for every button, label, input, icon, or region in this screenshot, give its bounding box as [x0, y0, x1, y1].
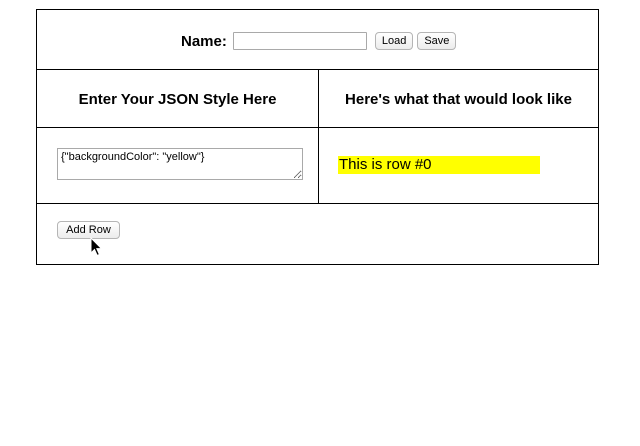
json-style-header: Enter Your JSON Style Here	[78, 90, 277, 108]
style-editor-table: Name: Load Save Enter Your JSON Style He…	[36, 9, 599, 265]
add-row-button[interactable]: Add Row	[57, 221, 120, 239]
save-button[interactable]: Save	[417, 32, 457, 50]
preview-header: Here's what that would look like	[345, 90, 572, 108]
name-label: Name:	[181, 32, 227, 50]
add-row-section: Add Row	[37, 204, 598, 264]
preview-cell: This is row #0	[338, 156, 540, 174]
json-style-textarea[interactable]: {"backgroundColor": "yellow"}	[57, 148, 303, 180]
load-button[interactable]: Load	[374, 32, 414, 50]
name-input[interactable]	[232, 32, 367, 50]
column-divider	[318, 70, 319, 204]
name-bar: Name: Load Save	[181, 31, 457, 51]
name-row: Name: Load Save	[37, 10, 598, 70]
